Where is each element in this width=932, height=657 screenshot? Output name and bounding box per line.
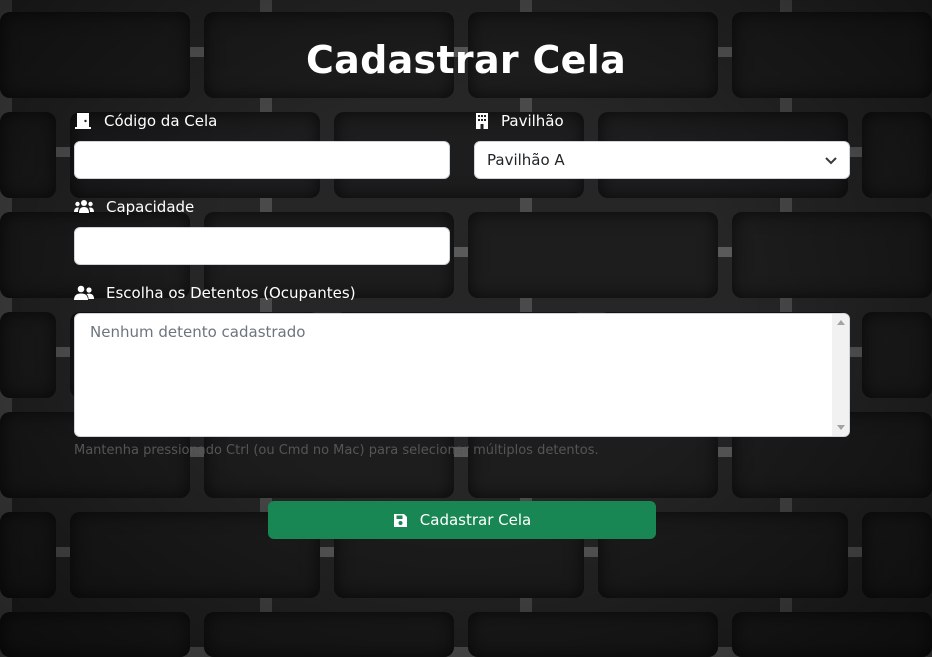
capacidade-label-text: Capacidade xyxy=(106,198,195,216)
building-icon xyxy=(473,112,491,130)
page-title: Cadastrar Cela xyxy=(305,38,627,82)
door-icon xyxy=(74,112,92,130)
detentos-label: Escolha os Detentos (Ocupantes) xyxy=(74,284,356,302)
pavilhao-selected-value: Pavilhão A xyxy=(487,151,565,169)
form-container: Cadastrar Cela Código da Cela Pavilhão P… xyxy=(0,0,932,657)
chevron-down-icon xyxy=(825,151,837,169)
cadastrar-cela-button-label: Cadastrar Cela xyxy=(419,511,532,529)
detentos-multiselect[interactable]: Nenhum detento cadastrado xyxy=(74,313,850,437)
pavilhao-label: Pavilhão xyxy=(473,112,564,130)
codigo-input[interactable] xyxy=(74,141,450,179)
capacidade-input[interactable] xyxy=(74,227,450,265)
cadastrar-cela-button[interactable]: Cadastrar Cela xyxy=(268,501,656,539)
codigo-label: Código da Cela xyxy=(74,112,217,130)
save-icon xyxy=(393,513,408,528)
codigo-label-text: Código da Cela xyxy=(104,112,218,130)
capacidade-label: Capacidade xyxy=(74,198,194,216)
scroll-down-icon[interactable] xyxy=(837,425,845,430)
detentos-placeholder: Nenhum detento cadastrado xyxy=(90,323,306,341)
detentos-label-text: Escolha os Detentos (Ocupantes) xyxy=(106,284,356,302)
user-group-icon xyxy=(74,284,94,302)
scroll-up-icon[interactable] xyxy=(837,320,845,325)
pavilhao-select[interactable]: Pavilhão A xyxy=(474,141,850,179)
detentos-scrollbar[interactable] xyxy=(832,314,849,436)
detentos-help-text: Mantenha pressionado Ctrl (ou Cmd no Mac… xyxy=(74,443,599,458)
pavilhao-label-text: Pavilhão xyxy=(501,112,564,130)
users-icon xyxy=(74,198,94,216)
